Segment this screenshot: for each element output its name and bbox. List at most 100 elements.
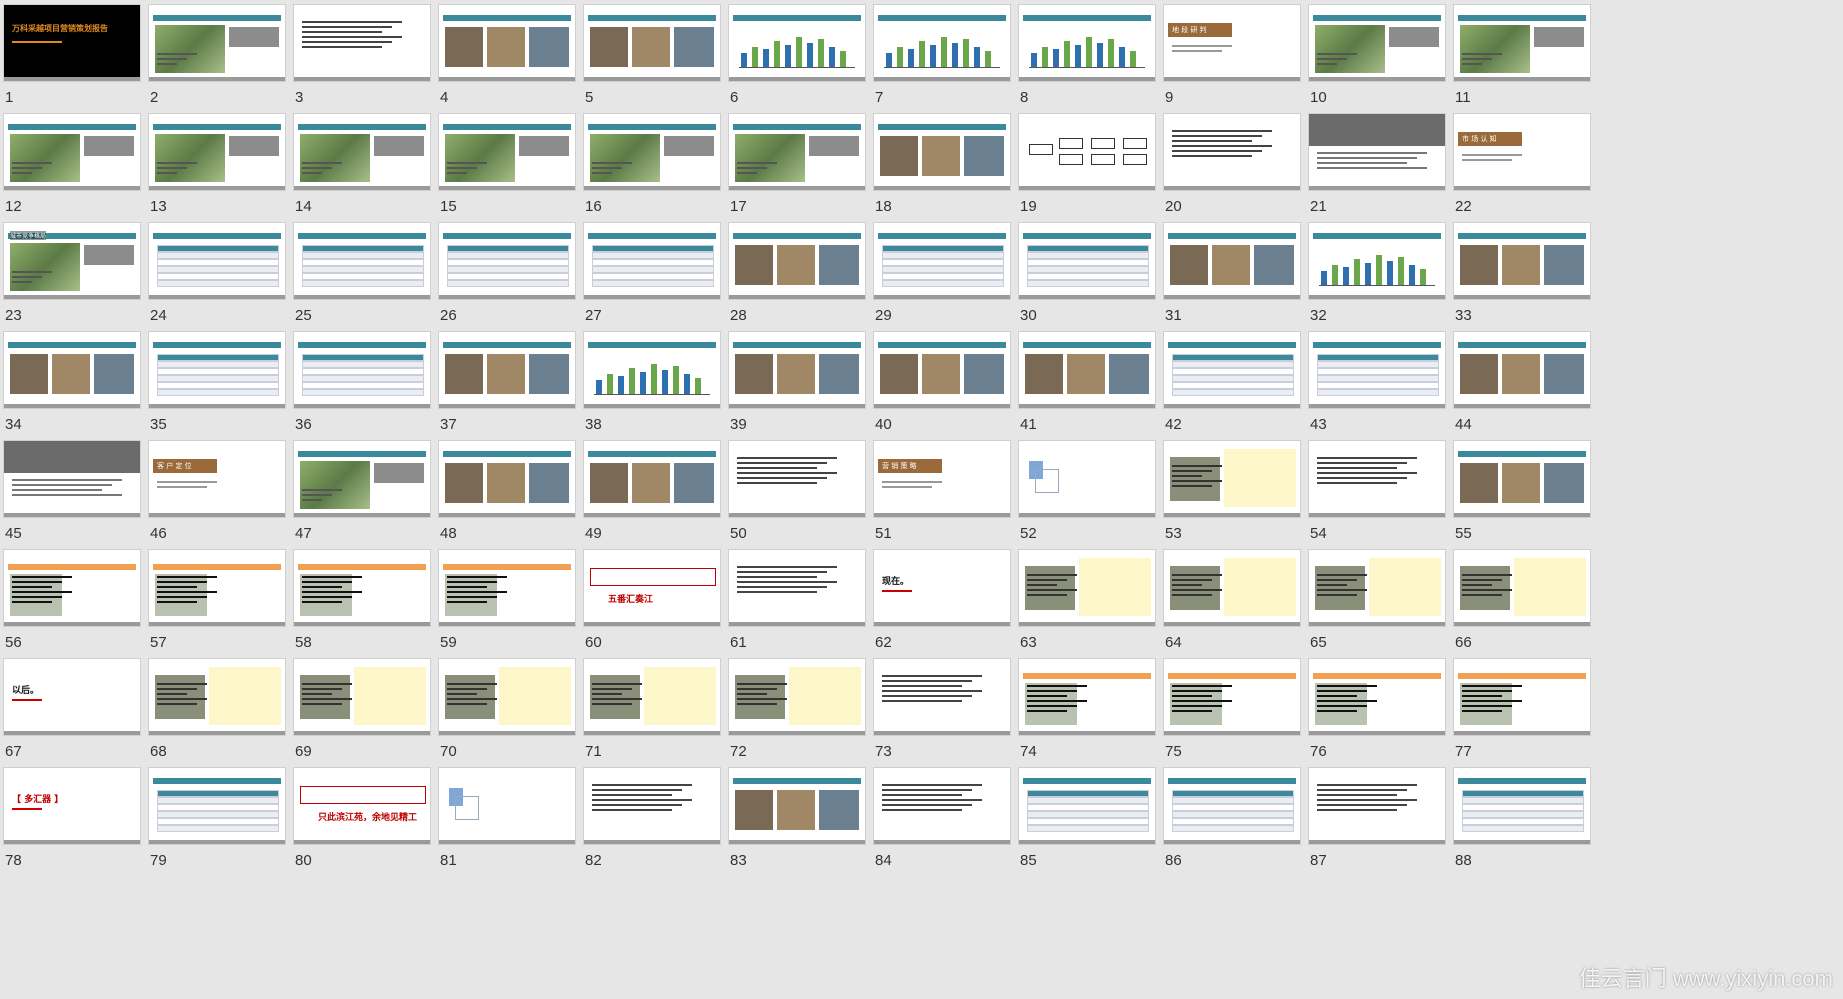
slide-thumbnail[interactable] — [584, 223, 720, 299]
slide-thumbnail[interactable] — [1019, 659, 1155, 735]
slide-thumbnail[interactable] — [584, 441, 720, 517]
slide-thumbnail[interactable] — [1164, 332, 1300, 408]
slide-thumbnail[interactable]: 营 销 策 略 — [874, 441, 1010, 517]
slide-item[interactable]: 52 — [1019, 441, 1155, 561]
slide-item[interactable]: 87 — [1309, 768, 1445, 888]
slide-item[interactable]: 58 — [294, 550, 430, 670]
slide-item[interactable]: 54 — [1309, 441, 1445, 561]
slide-item[interactable]: 27 — [584, 223, 720, 343]
slide-thumbnail[interactable] — [1454, 332, 1590, 408]
slide-thumbnail[interactable] — [874, 768, 1010, 844]
slide-item[interactable]: 70 — [439, 659, 575, 779]
slide-item[interactable]: 3 — [294, 5, 430, 125]
slide-item[interactable]: 30 — [1019, 223, 1155, 343]
slide-item[interactable]: 只此滨江苑，余地见精工 80 — [294, 768, 430, 888]
slide-item[interactable]: 44 — [1454, 332, 1590, 452]
slide-thumbnail[interactable] — [1309, 5, 1445, 81]
slide-thumbnail[interactable]: 【 多汇器 】 — [4, 768, 140, 844]
slide-item[interactable]: 57 — [149, 550, 285, 670]
slide-item[interactable]: 客 户 定 位 46 — [149, 441, 285, 561]
slide-thumbnail[interactable] — [439, 114, 575, 190]
slide-thumbnail[interactable] — [874, 114, 1010, 190]
slide-item[interactable]: 7 — [874, 5, 1010, 125]
slide-thumbnail[interactable] — [729, 5, 865, 81]
slide-item[interactable]: 45 — [4, 441, 140, 561]
slide-item[interactable]: 26 — [439, 223, 575, 343]
slide-thumbnail[interactable] — [1019, 114, 1155, 190]
slide-thumbnail[interactable] — [729, 332, 865, 408]
slide-item[interactable]: 16 — [584, 114, 720, 234]
slide-item[interactable]: 66 — [1454, 550, 1590, 670]
slide-thumbnail[interactable] — [1454, 659, 1590, 735]
slide-thumbnail[interactable] — [1019, 441, 1155, 517]
slide-item[interactable]: 5 — [584, 5, 720, 125]
slide-thumbnail[interactable] — [1309, 332, 1445, 408]
slide-item[interactable]: 18 — [874, 114, 1010, 234]
slide-item[interactable]: 29 — [874, 223, 1010, 343]
slide-item[interactable]: 36 — [294, 332, 430, 452]
slide-thumbnail[interactable] — [4, 441, 140, 517]
slide-item[interactable]: 56 — [4, 550, 140, 670]
slide-thumbnail[interactable] — [729, 768, 865, 844]
slide-item[interactable]: 69 — [294, 659, 430, 779]
slide-thumbnail[interactable]: 万科采越项目营销策划报告 — [4, 5, 140, 81]
slide-item[interactable]: 59 — [439, 550, 575, 670]
slide-item[interactable]: 17 — [729, 114, 865, 234]
slide-thumbnail[interactable] — [874, 659, 1010, 735]
slide-item[interactable]: 55 — [1454, 441, 1590, 561]
slide-item[interactable]: 五番汇奏江 60 — [584, 550, 720, 670]
slide-thumbnail[interactable] — [1019, 223, 1155, 299]
slide-thumbnail[interactable] — [1309, 223, 1445, 299]
slide-thumbnail[interactable] — [874, 332, 1010, 408]
slide-thumbnail[interactable]: 以后。 — [4, 659, 140, 735]
slide-thumbnail[interactable] — [729, 114, 865, 190]
slide-item[interactable]: 40 — [874, 332, 1010, 452]
slide-thumbnail[interactable] — [294, 550, 430, 626]
slide-thumbnail[interactable] — [1454, 550, 1590, 626]
slide-thumbnail[interactable] — [149, 114, 285, 190]
slide-item[interactable]: 81 — [439, 768, 575, 888]
slide-item[interactable]: 营 销 策 略 51 — [874, 441, 1010, 561]
slide-item[interactable]: 25 — [294, 223, 430, 343]
slide-item[interactable]: 48 — [439, 441, 575, 561]
slide-thumbnail[interactable] — [1164, 550, 1300, 626]
slide-thumbnail[interactable] — [4, 114, 140, 190]
slide-item[interactable]: 68 — [149, 659, 285, 779]
slide-thumbnail[interactable] — [584, 5, 720, 81]
slide-thumbnail[interactable]: 城市竞争格局 — [4, 223, 140, 299]
slide-thumbnail[interactable] — [439, 550, 575, 626]
slide-item[interactable]: 75 — [1164, 659, 1300, 779]
slide-item[interactable]: 53 — [1164, 441, 1300, 561]
slide-item[interactable]: 24 — [149, 223, 285, 343]
slide-thumbnail[interactable] — [729, 550, 865, 626]
slide-thumbnail[interactable] — [1454, 441, 1590, 517]
slide-thumbnail[interactable] — [1454, 223, 1590, 299]
slide-thumbnail[interactable] — [729, 659, 865, 735]
slide-item[interactable]: 37 — [439, 332, 575, 452]
slide-thumbnail[interactable] — [584, 114, 720, 190]
slide-item[interactable]: 31 — [1164, 223, 1300, 343]
slide-item[interactable]: 21 — [1309, 114, 1445, 234]
slide-item[interactable]: 72 — [729, 659, 865, 779]
slide-thumbnail[interactable] — [294, 332, 430, 408]
slide-thumbnail[interactable] — [1454, 5, 1590, 81]
slide-thumbnail[interactable] — [1164, 223, 1300, 299]
slide-thumbnail[interactable] — [874, 5, 1010, 81]
slide-thumbnail[interactable] — [729, 441, 865, 517]
slide-item[interactable]: 现在。 62 — [874, 550, 1010, 670]
slide-item[interactable]: 4 — [439, 5, 575, 125]
slide-item[interactable]: 28 — [729, 223, 865, 343]
slide-item[interactable]: 8 — [1019, 5, 1155, 125]
slide-thumbnail[interactable]: 五番汇奏江 — [584, 550, 720, 626]
slide-item[interactable]: 万科采越项目营销策划报告 1 — [4, 5, 140, 125]
slide-thumbnail[interactable] — [1019, 5, 1155, 81]
slide-thumbnail[interactable] — [1309, 659, 1445, 735]
slide-thumbnail[interactable] — [294, 114, 430, 190]
slide-item[interactable]: 73 — [874, 659, 1010, 779]
slide-item[interactable]: 71 — [584, 659, 720, 779]
slide-item[interactable]: 20 — [1164, 114, 1300, 234]
slide-item[interactable]: 38 — [584, 332, 720, 452]
slide-item[interactable]: 86 — [1164, 768, 1300, 888]
slide-thumbnail[interactable] — [439, 768, 575, 844]
slide-item[interactable]: 85 — [1019, 768, 1155, 888]
